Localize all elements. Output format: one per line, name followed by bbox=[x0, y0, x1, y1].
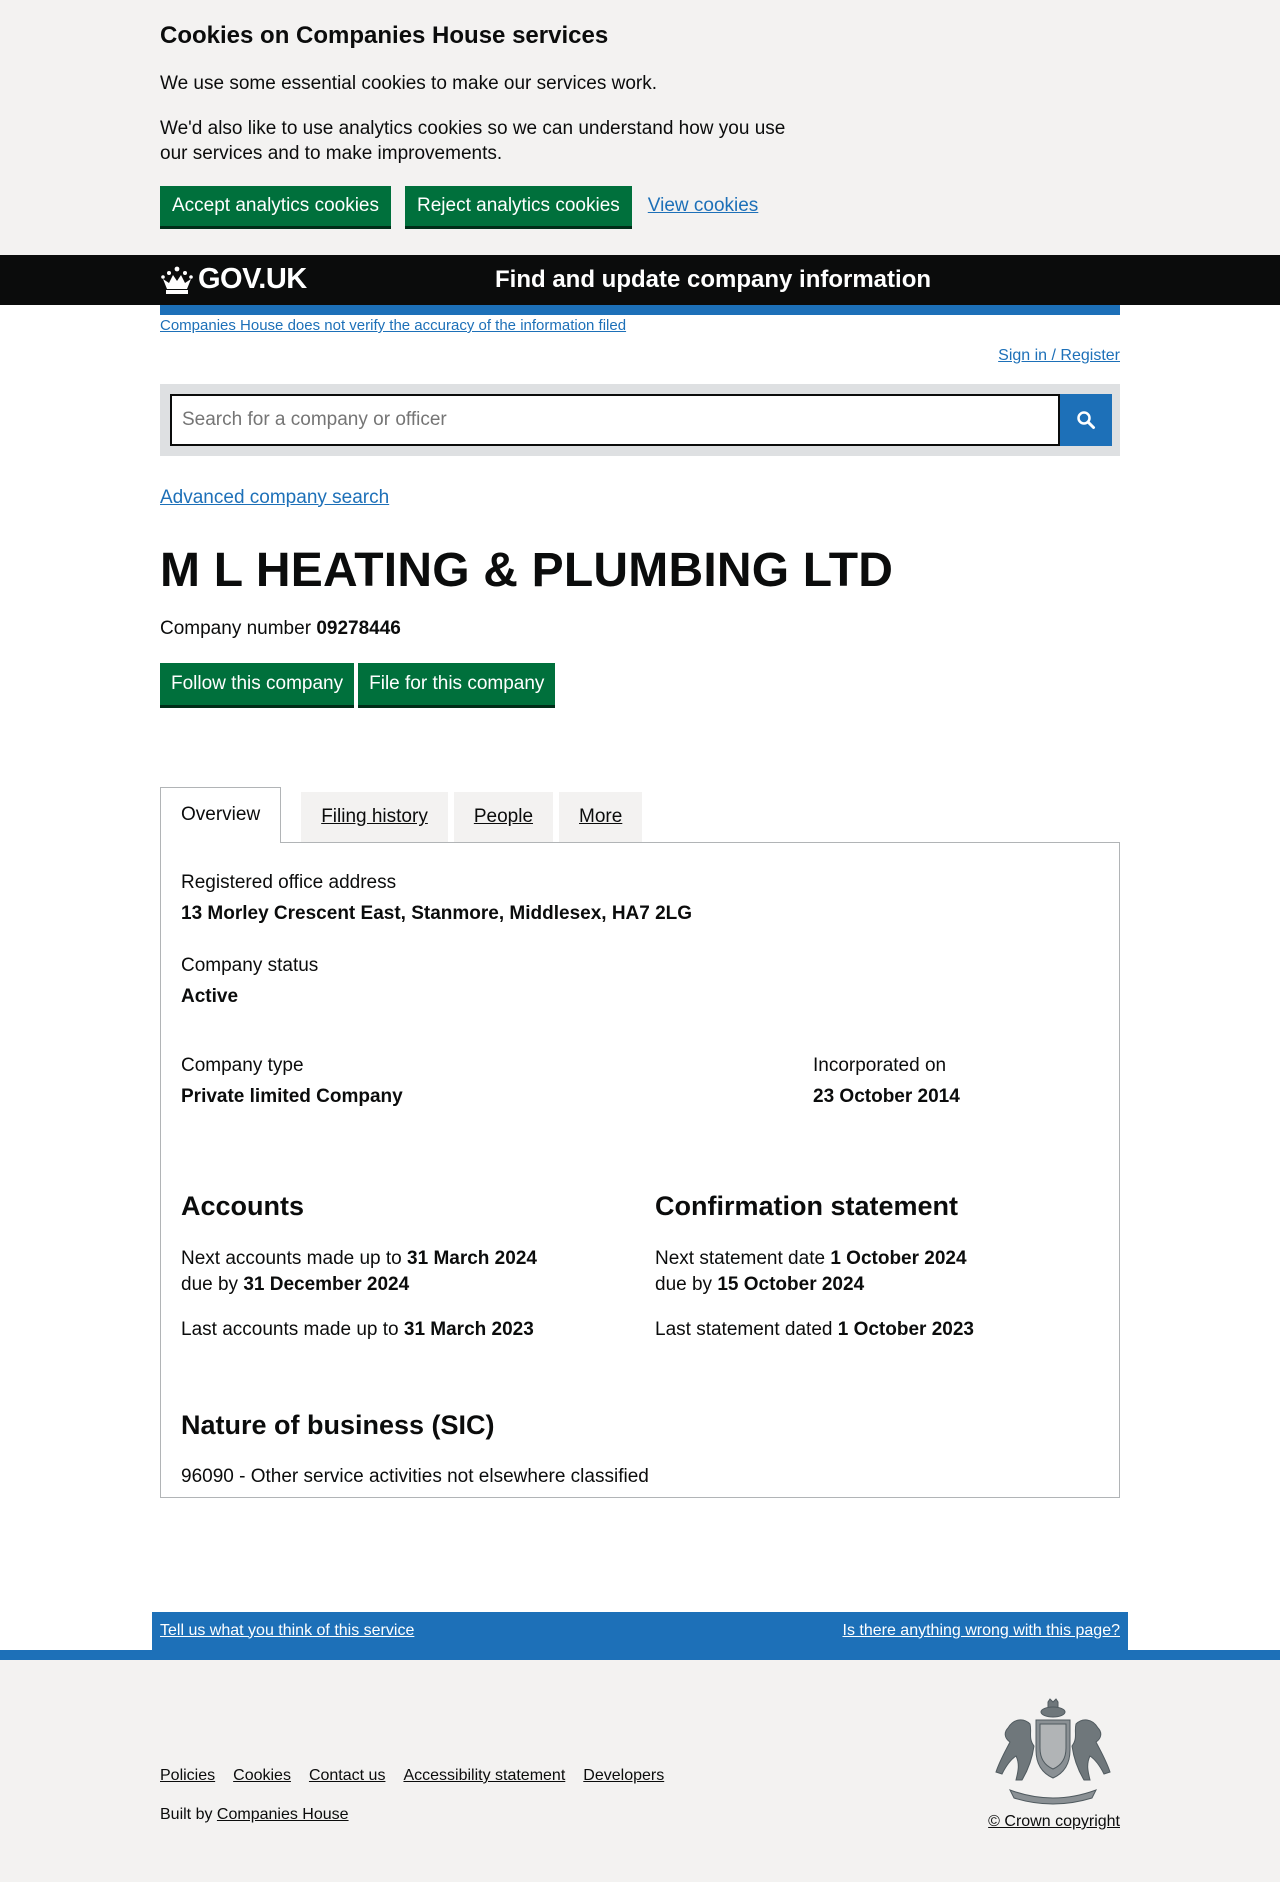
footer-link-policies[interactable]: Policies bbox=[160, 1766, 215, 1787]
feedback-bar: Tell us what you think of this service I… bbox=[152, 1612, 1128, 1650]
tab-filing-history-link[interactable]: Filing history bbox=[321, 805, 428, 830]
incorporated-on: Incorporated on 23 October 2014 bbox=[813, 1054, 960, 1109]
reject-analytics-cookies-button[interactable]: Reject analytics cookies bbox=[405, 186, 632, 227]
tab-filing-history[interactable]: Filing history bbox=[301, 792, 448, 844]
crown-icon bbox=[161, 266, 193, 294]
site-footer: Policies Cookies Contact us Accessibilit… bbox=[0, 1660, 1280, 1882]
incorporated-on-label: Incorporated on bbox=[813, 1054, 947, 1076]
search-input[interactable] bbox=[170, 393, 1060, 446]
tab-people-link[interactable]: People bbox=[474, 805, 533, 830]
confirmation-statement-heading: Confirmation statement bbox=[655, 1191, 959, 1222]
company-type-label: Company type bbox=[181, 1054, 304, 1076]
company-status: Company status Active bbox=[181, 954, 1099, 1009]
cookie-banner-text-analytics: We'd also like to use analytics cookies … bbox=[160, 118, 786, 165]
company-type: Company type Private limited Company bbox=[181, 1054, 813, 1109]
accounts-due-date: 31 December 2024 bbox=[243, 1273, 410, 1295]
next-statement-date: 1 October 2024 bbox=[830, 1248, 967, 1270]
built-by-label: Built by bbox=[160, 1806, 213, 1823]
site-header: GOV.UK Find and update company informati… bbox=[0, 255, 1280, 305]
sign-in-register-link[interactable]: Sign in / Register bbox=[998, 346, 1120, 367]
header-blue-strip bbox=[160, 305, 1120, 315]
royal-coat-of-arms-icon bbox=[995, 1698, 1111, 1805]
advanced-company-search-link[interactable]: Advanced company search bbox=[160, 486, 389, 511]
tab-overview[interactable]: Overview bbox=[160, 787, 282, 844]
next-accounts-label: Next accounts made up to bbox=[181, 1248, 402, 1270]
type-incorporated-row: Company type Private limited Company Inc… bbox=[181, 1054, 1099, 1109]
main-content: Companies House does not verify the accu… bbox=[160, 316, 1120, 1499]
accounts-confirmation-row: Accounts Next accounts made up to 31 Mar… bbox=[181, 1189, 1099, 1342]
footer-link-contact[interactable]: Contact us bbox=[309, 1766, 385, 1787]
last-statement-date: 1 October 2023 bbox=[837, 1318, 974, 1340]
tab-people[interactable]: People bbox=[453, 792, 554, 844]
disclaimer: Companies House does not verify the accu… bbox=[160, 316, 1120, 336]
cookie-banner-title: Cookies on Companies House services bbox=[160, 22, 609, 49]
company-name: M L HEATING & PLUMBING LTD bbox=[160, 544, 894, 598]
confirmation-statement-section: Confirmation statement Next statement da… bbox=[655, 1189, 974, 1342]
company-number-label: Company number bbox=[160, 617, 312, 639]
company-tabs: Overview Filing history People More bbox=[160, 787, 1120, 844]
next-statement: Next statement date 1 October 2024 due b… bbox=[655, 1246, 974, 1297]
govuk-logo-link[interactable]: GOV.UK bbox=[160, 261, 307, 299]
search-icon bbox=[1077, 410, 1095, 429]
last-accounts-label: Last accounts made up to bbox=[181, 1318, 399, 1340]
cookie-actions: Accept analytics cookies Reject analytic… bbox=[160, 186, 1120, 227]
company-status-label: Company status bbox=[181, 955, 319, 977]
service-name: Find and update company information bbox=[495, 266, 932, 293]
govuk-logo-text: GOV.UK bbox=[198, 263, 307, 296]
built-by: Built by Companies House bbox=[160, 1805, 349, 1826]
last-accounts: Last accounts made up to 31 March 2023 bbox=[181, 1317, 655, 1343]
registered-office-address-value: 13 Morley Crescent East, Stanmore, Middl… bbox=[181, 902, 693, 924]
accounts-section: Accounts Next accounts made up to 31 Mar… bbox=[181, 1189, 655, 1342]
statement-due-date: 15 October 2024 bbox=[717, 1273, 865, 1295]
tab-more[interactable]: More bbox=[559, 792, 643, 844]
disclaimer-link[interactable]: Companies House does not verify the accu… bbox=[160, 317, 626, 334]
last-statement-label: Last statement dated bbox=[655, 1318, 833, 1340]
incorporated-on-value: 23 October 2014 bbox=[813, 1085, 960, 1107]
registered-office-address: Registered office address 13 Morley Cres… bbox=[181, 871, 1099, 926]
crown-copyright-link[interactable]: © Crown copyright bbox=[988, 1812, 1120, 1833]
next-accounts: Next accounts made up to 31 March 2024 d… bbox=[181, 1246, 655, 1297]
footer-link-cookies[interactable]: Cookies bbox=[233, 1766, 291, 1787]
search-button[interactable] bbox=[1060, 393, 1112, 446]
accept-analytics-cookies-button[interactable]: Accept analytics cookies bbox=[160, 186, 391, 227]
search-bar bbox=[160, 383, 1120, 456]
footer-top-border bbox=[0, 1650, 1280, 1660]
view-cookies-link[interactable]: View cookies bbox=[648, 194, 759, 219]
accounts-heading: Accounts bbox=[181, 1191, 305, 1222]
next-statement-label: Next statement date bbox=[655, 1248, 826, 1270]
file-for-company-button[interactable]: File for this company bbox=[358, 663, 556, 706]
sic-item: 96090 - Other service activities not els… bbox=[181, 1466, 649, 1488]
sic-section: Nature of business (SIC) 96090 - Other s… bbox=[181, 1408, 1099, 1490]
report-page-issue-link[interactable]: Is there anything wrong with this page? bbox=[843, 1621, 1121, 1642]
footer-link-developers[interactable]: Developers bbox=[583, 1766, 664, 1787]
accounts-due-label: due by bbox=[181, 1273, 239, 1295]
sic-heading: Nature of business (SIC) bbox=[181, 1410, 495, 1441]
follow-company-button[interactable]: Follow this company bbox=[160, 663, 355, 706]
cookie-banner-text-essential: We use some essential cookies to make ou… bbox=[160, 73, 658, 95]
company-type-value: Private limited Company bbox=[181, 1085, 403, 1107]
statement-due-label: due by bbox=[655, 1273, 713, 1295]
tab-more-link[interactable]: More bbox=[579, 805, 622, 830]
company-number: Company number 09278446 bbox=[160, 617, 1120, 642]
footer-link-accessibility[interactable]: Accessibility statement bbox=[403, 1766, 565, 1787]
feedback-service-link[interactable]: Tell us what you think of this service bbox=[160, 1621, 414, 1642]
last-accounts-date: 31 March 2023 bbox=[403, 1318, 534, 1340]
registered-office-address-label: Registered office address bbox=[181, 872, 397, 894]
overview-panel: Registered office address 13 Morley Cres… bbox=[160, 842, 1120, 1499]
company-actions: Follow this company File for this compan… bbox=[160, 663, 1120, 706]
last-statement: Last statement dated 1 October 2023 bbox=[655, 1317, 974, 1343]
next-accounts-date: 31 March 2024 bbox=[407, 1248, 537, 1270]
company-number-value: 09278446 bbox=[316, 617, 401, 639]
company-status-value: Active bbox=[181, 986, 239, 1008]
cookie-banner: Cookies on Companies House services We u… bbox=[0, 0, 1280, 255]
footer-links: Policies Cookies Contact us Accessibilit… bbox=[160, 1766, 664, 1787]
built-by-link[interactable]: Companies House bbox=[217, 1806, 349, 1823]
